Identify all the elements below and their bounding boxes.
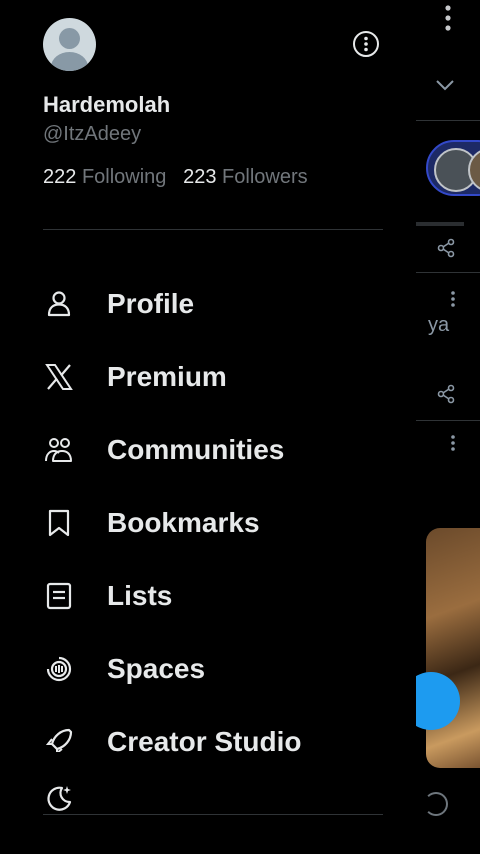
drawer-footer <box>0 764 416 854</box>
nav-label: Bookmarks <box>107 507 260 538</box>
share-icon[interactable] <box>436 384 456 404</box>
background-feed: ya <box>416 0 480 854</box>
more-vertical-icon[interactable] <box>450 434 456 452</box>
nav-item-bookmarks[interactable]: Bookmarks <box>0 493 400 553</box>
nav-item-profile[interactable]: Profile <box>0 274 400 334</box>
share-icon[interactable] <box>436 238 456 258</box>
spaces-icon <box>46 656 72 682</box>
navigation-drawer: Hardemolah @ItzAdeey 222 Following 223 F… <box>0 0 416 854</box>
bookmark-icon <box>48 509 70 537</box>
nav-list: Profile Premium Communities Bookmarks Li… <box>0 0 416 752</box>
fleet-avatars[interactable] <box>426 140 480 196</box>
feed-divider <box>416 222 464 226</box>
loading-spinner-icon <box>424 792 448 816</box>
feed-divider <box>416 272 480 273</box>
nav-item-spaces[interactable]: Spaces <box>0 639 400 699</box>
tweet-text-snippet: ya <box>428 314 450 336</box>
rocket-icon <box>45 728 73 752</box>
footer-divider <box>43 814 383 815</box>
more-vertical-icon[interactable] <box>450 290 456 308</box>
x-logo-icon <box>45 364 73 390</box>
nav-label: Lists <box>107 580 173 611</box>
communities-icon <box>45 438 72 462</box>
feed-divider <box>416 120 480 121</box>
person-icon <box>47 291 71 317</box>
nav-item-creator-studio[interactable]: Creator Studio <box>0 712 400 752</box>
nav-item-lists[interactable]: Lists <box>0 566 400 626</box>
nav-item-communities[interactable]: Communities <box>0 420 400 480</box>
nav-item-premium[interactable]: Premium <box>0 347 400 407</box>
nav-label: Premium <box>107 361 227 392</box>
list-icon <box>46 582 72 610</box>
more-vertical-icon[interactable] <box>444 4 452 32</box>
nav-label: Communities <box>107 434 285 465</box>
feed-divider <box>416 420 480 421</box>
nav-label: Creator Studio <box>107 726 302 752</box>
moon-theme-icon[interactable] <box>43 782 75 814</box>
chevron-down-icon[interactable] <box>434 78 456 92</box>
nav-label: Spaces <box>107 653 206 684</box>
tweet-media-image[interactable] <box>426 528 480 768</box>
nav-label: Profile <box>107 288 195 319</box>
